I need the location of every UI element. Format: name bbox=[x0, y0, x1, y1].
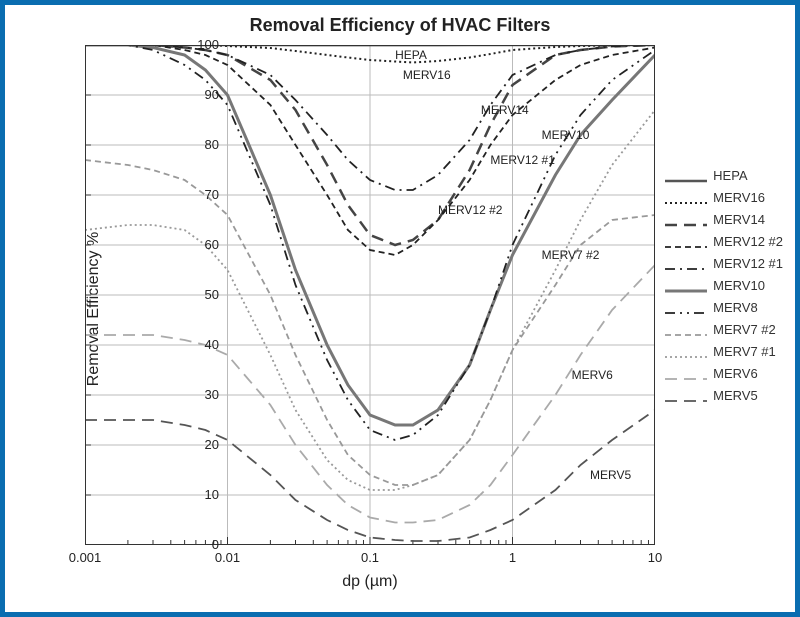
series-annotation: MERV5 bbox=[590, 468, 631, 482]
x-tick-label: 0.1 bbox=[361, 550, 379, 565]
series-annotation: MERV14 bbox=[481, 103, 529, 117]
legend-label: HEPA bbox=[713, 165, 747, 187]
y-tick-label: 60 bbox=[179, 237, 219, 252]
y-tick-label: 50 bbox=[179, 287, 219, 302]
legend-label: MERV16 bbox=[713, 187, 765, 209]
y-tick-label: 100 bbox=[179, 37, 219, 52]
x-axis-label: dp (µm) bbox=[85, 573, 655, 591]
plot-border bbox=[85, 45, 655, 545]
y-tick-label: 80 bbox=[179, 137, 219, 152]
y-tick-label: 20 bbox=[179, 437, 219, 452]
series-annotation: MERV12 #1 bbox=[490, 153, 554, 167]
x-tick-label: 10 bbox=[648, 550, 662, 565]
x-tick-label: 0.01 bbox=[215, 550, 240, 565]
plot-area: HEPA MERV16 MERV14 MERV10 MERV12 #1 MERV12 #2… bbox=[85, 45, 655, 545]
legend-label: MERV14 bbox=[713, 209, 765, 231]
legend-item: MERV5 bbox=[665, 385, 783, 407]
y-tick-label: 70 bbox=[179, 187, 219, 202]
legend: HEPAMERV16MERV14MERV12 #2MERV12 #1MERV10… bbox=[665, 165, 783, 407]
legend-label: MERV8 bbox=[713, 297, 758, 319]
legend-item: MERV14 bbox=[665, 209, 783, 231]
legend-label: MERV12 #2 bbox=[713, 231, 783, 253]
legend-item: HEPA bbox=[665, 165, 783, 187]
legend-item: MERV7 #2 bbox=[665, 319, 783, 341]
y-tick-label: 40 bbox=[179, 337, 219, 352]
series-annotation: MERV10 bbox=[542, 128, 590, 142]
series-annotation: HEPA bbox=[395, 48, 427, 62]
series-annotation: MERV7 #2 bbox=[542, 248, 600, 262]
chart-title: Removal Efficiency of HVAC Filters bbox=[5, 15, 795, 36]
y-tick-label: 90 bbox=[179, 87, 219, 102]
legend-item: MERV12 #2 bbox=[665, 231, 783, 253]
legend-item: MERV16 bbox=[665, 187, 783, 209]
y-tick-label: 0 bbox=[179, 537, 219, 552]
series-annotation: MERV12 #2 bbox=[438, 203, 502, 217]
legend-label: MERV7 #1 bbox=[713, 341, 776, 363]
legend-label: MERV10 bbox=[713, 275, 765, 297]
series-annotation: MERV6 bbox=[572, 368, 613, 382]
legend-item: MERV6 bbox=[665, 363, 783, 385]
y-tick-label: 10 bbox=[179, 487, 219, 502]
chart-frame: Removal Efficiency of HVAC Filters Remov… bbox=[0, 0, 800, 617]
x-tick-label: 0.001 bbox=[69, 550, 102, 565]
legend-item: MERV8 bbox=[665, 297, 783, 319]
legend-label: MERV7 #2 bbox=[713, 319, 776, 341]
x-tick-label: 1 bbox=[509, 550, 516, 565]
y-tick-label: 30 bbox=[179, 387, 219, 402]
legend-label: MERV5 bbox=[713, 385, 758, 407]
legend-item: MERV7 #1 bbox=[665, 341, 783, 363]
series-annotation: MERV16 bbox=[403, 68, 451, 82]
legend-label: MERV6 bbox=[713, 363, 758, 385]
legend-label: MERV12 #1 bbox=[713, 253, 783, 275]
legend-item: MERV10 bbox=[665, 275, 783, 297]
legend-item: MERV12 #1 bbox=[665, 253, 783, 275]
